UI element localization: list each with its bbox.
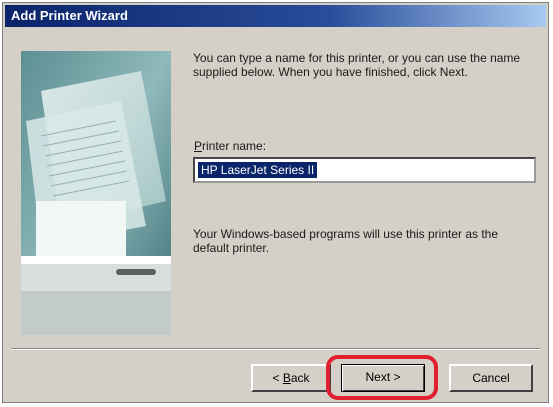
cancel-button-label: Cancel xyxy=(472,371,510,385)
printer-name-label-text: rinter name: xyxy=(202,139,267,153)
title-bar: Add Printer Wizard xyxy=(5,5,546,27)
back-button-accelerator: B xyxy=(282,371,291,385)
printer-illustration-icon xyxy=(21,51,171,335)
button-separator xyxy=(11,348,540,350)
back-button[interactable]: < Back xyxy=(251,364,331,392)
back-button-arrow: < xyxy=(272,371,283,385)
window-title: Add Printer Wizard xyxy=(11,8,128,23)
add-printer-wizard-window: Add Printer Wizard You can type a name f… xyxy=(2,2,549,403)
next-button-highlight-circle xyxy=(326,355,438,400)
printer-name-label-accelerator: P xyxy=(194,139,203,153)
default-printer-note: Your Windows-based programs will use thi… xyxy=(193,227,499,255)
wizard-printer-illustration xyxy=(21,51,171,335)
intro-text: You can type a name for this printer, or… xyxy=(193,51,521,79)
printer-name-input[interactable]: HP LaserJet Series II xyxy=(193,157,536,183)
printer-name-value[interactable]: HP LaserJet Series II xyxy=(198,162,318,178)
printer-name-label: Printer name: xyxy=(194,139,266,153)
cancel-button[interactable]: Cancel xyxy=(449,364,533,392)
back-button-label: ack xyxy=(290,371,310,385)
